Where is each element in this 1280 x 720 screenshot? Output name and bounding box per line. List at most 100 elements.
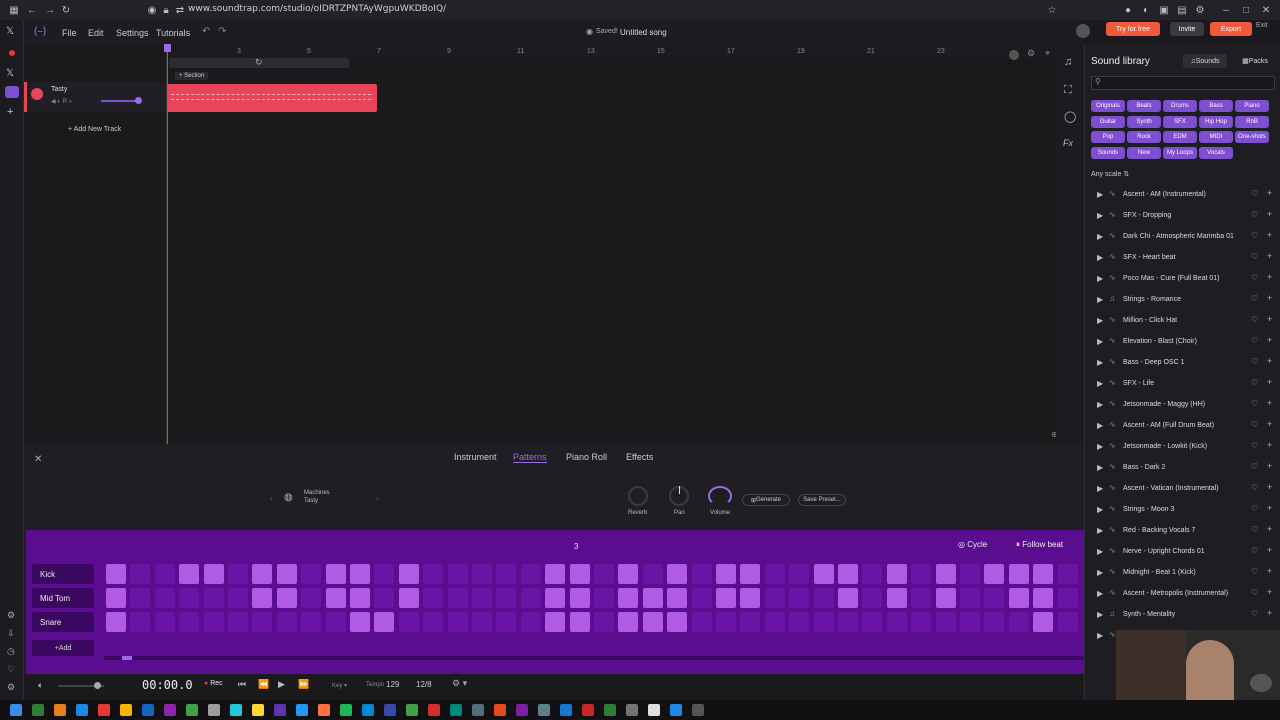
- taskbar-app-icon[interactable]: [516, 704, 528, 716]
- back-icon[interactable]: ←: [26, 4, 38, 16]
- sequencer-step[interactable]: [545, 588, 566, 608]
- sequencer-step[interactable]: [276, 564, 297, 584]
- sequencer-step[interactable]: [691, 588, 712, 608]
- sound-list-item[interactable]: ▶ ∿ Dark Chi - Atmospheric Marimba 01 ♡ +: [1085, 227, 1280, 248]
- sound-list-item[interactable]: ▶ ♫ Synth - Mentality ♡ +: [1085, 605, 1280, 626]
- sequencer-step[interactable]: [667, 564, 688, 584]
- track-name[interactable]: Tasty: [51, 86, 67, 93]
- exit-button[interactable]: Exit: [1256, 22, 1268, 29]
- sequencer-step[interactable]: [789, 564, 810, 584]
- extension-icon[interactable]: ◐: [1140, 4, 1152, 16]
- library-filter-pill[interactable]: Originals: [1091, 100, 1125, 112]
- sound-list-item[interactable]: ▶ ∿ Nerve - Upright Chords 01 ♡ +: [1085, 542, 1280, 563]
- machine-selector[interactable]: ‹ ◍ Machines Tasty ›: [268, 488, 384, 510]
- favorite-icon[interactable]: ♡: [1251, 252, 1258, 261]
- maximize-icon[interactable]: □: [1240, 4, 1252, 16]
- taskbar-app-icon[interactable]: [340, 704, 352, 716]
- play-icon[interactable]: ▶: [1097, 253, 1103, 262]
- sequencer-step[interactable]: [862, 564, 883, 584]
- sequencer-step[interactable]: [594, 564, 614, 584]
- ruler[interactable]: [167, 44, 1085, 58]
- sequencer-step[interactable]: [154, 612, 175, 632]
- sequencer-step[interactable]: [350, 612, 370, 632]
- key-selector[interactable]: Key ▾: [332, 682, 347, 689]
- sequencer-step[interactable]: [716, 588, 736, 608]
- sequencer-step[interactable]: [398, 588, 419, 608]
- add-to-project-icon[interactable]: +: [1267, 314, 1272, 324]
- play-icon[interactable]: ▶: [1097, 190, 1103, 199]
- add-icon[interactable]: +: [7, 106, 13, 118]
- sequencer-scrollbar[interactable]: [104, 656, 1084, 660]
- sequencer-step[interactable]: [935, 588, 956, 608]
- favorite-icon[interactable]: ♡: [1251, 567, 1258, 576]
- extension-icon[interactable]: ●: [1122, 4, 1134, 16]
- sequencer-step[interactable]: [1033, 564, 1054, 584]
- sequencer-step[interactable]: [984, 612, 1005, 632]
- library-filter-pill[interactable]: Pop: [1091, 131, 1125, 143]
- sequencer-row-label[interactable]: Snare: [32, 612, 94, 632]
- close-panel-icon[interactable]: ✕: [34, 454, 42, 465]
- sequencer-step[interactable]: [594, 612, 614, 632]
- sequencer-step[interactable]: [106, 564, 126, 584]
- taskbar-app-icon[interactable]: [538, 704, 550, 716]
- extension-icon[interactable]: ⚙: [1194, 4, 1206, 16]
- sequencer-step[interactable]: [179, 588, 200, 608]
- play-icon[interactable]: ▶: [1097, 316, 1103, 325]
- try-free-button[interactable]: Try for free: [1106, 22, 1160, 36]
- timeline[interactable]: 3 5 7 9 11 13 15 17 19 21 23 ↻ + Section…: [164, 44, 1085, 444]
- sequencer-step[interactable]: [569, 564, 590, 584]
- sound-list-item[interactable]: ▶ ∿ Strings - Moon 3 ♡ +: [1085, 500, 1280, 521]
- favorite-icon[interactable]: ♡: [1251, 504, 1258, 513]
- favorite-icon[interactable]: ♡: [1251, 609, 1258, 618]
- library-filter-pill[interactable]: One-shots: [1235, 131, 1269, 143]
- taskbar-app-icon[interactable]: [164, 704, 176, 716]
- sound-list-item[interactable]: ▶ ∿ Red - Backing Vocals 7 ♡ +: [1085, 521, 1280, 542]
- sequencer-step[interactable]: [960, 612, 980, 632]
- sequencer-step[interactable]: [911, 588, 932, 608]
- sequencer-step[interactable]: [935, 612, 956, 632]
- library-filter-pill[interactable]: RnB: [1235, 115, 1269, 128]
- notification-icon[interactable]: [9, 50, 15, 56]
- library-filter-pill[interactable]: New: [1127, 146, 1161, 159]
- sequencer-step[interactable]: [472, 588, 492, 608]
- sequencer-step[interactable]: [960, 588, 980, 608]
- sequencer-step[interactable]: [594, 588, 614, 608]
- sequencer-step[interactable]: [764, 588, 785, 608]
- add-to-project-icon[interactable]: +: [1267, 503, 1272, 513]
- favorite-icon[interactable]: ♡: [1251, 462, 1258, 471]
- add-to-project-icon[interactable]: +: [1267, 398, 1272, 408]
- library-search-input[interactable]: ⚲: [1091, 76, 1275, 90]
- favorite-icon[interactable]: ♡: [1251, 294, 1258, 303]
- library-filter-pill[interactable]: Hip Hop: [1199, 115, 1233, 128]
- taskbar-app-icon[interactable]: [120, 704, 132, 716]
- sequencer-step[interactable]: [545, 612, 566, 632]
- minimize-icon[interactable]: –: [1220, 4, 1232, 16]
- tab-sounds[interactable]: ♫ Sounds: [1183, 54, 1227, 68]
- redo-icon[interactable]: ↷: [218, 26, 226, 37]
- cycle-toggle[interactable]: ◎ Cycle: [958, 540, 987, 549]
- history-icon[interactable]: ◷: [7, 646, 15, 657]
- master-volume-handle[interactable]: [94, 682, 101, 689]
- library-filter-pill[interactable]: Piano: [1235, 100, 1269, 112]
- sidebar-settings-icon[interactable]: ⚙: [7, 682, 15, 693]
- save-preset-button[interactable]: Save Preset...: [798, 494, 846, 506]
- add-to-project-icon[interactable]: +: [1267, 566, 1272, 576]
- taskbar-app-icon[interactable]: [406, 704, 418, 716]
- library-filter-pill[interactable]: Beats: [1127, 100, 1161, 112]
- chat-icon[interactable]: ◯: [1064, 110, 1076, 123]
- library-filter-pill[interactable]: SFX: [1163, 115, 1197, 128]
- sequencer-step[interactable]: [740, 612, 761, 632]
- sequencer-step[interactable]: [398, 612, 419, 632]
- play-icon[interactable]: ▶: [1097, 484, 1103, 493]
- play-icon[interactable]: ▶: [1097, 274, 1103, 283]
- extension-icon[interactable]: ▤: [1176, 4, 1188, 16]
- sequencer-step[interactable]: [496, 588, 517, 608]
- tab-piano-roll[interactable]: Piano Roll: [566, 452, 607, 462]
- add-new-track-button[interactable]: + Add New Track: [68, 126, 121, 133]
- sequencer-step[interactable]: [203, 564, 224, 584]
- add-to-project-icon[interactable]: +: [1267, 482, 1272, 492]
- favorite-icon[interactable]: ♡: [1251, 357, 1258, 366]
- add-to-project-icon[interactable]: +: [1267, 335, 1272, 345]
- sequencer-step[interactable]: [935, 564, 956, 584]
- sequencer-step[interactable]: [838, 612, 858, 632]
